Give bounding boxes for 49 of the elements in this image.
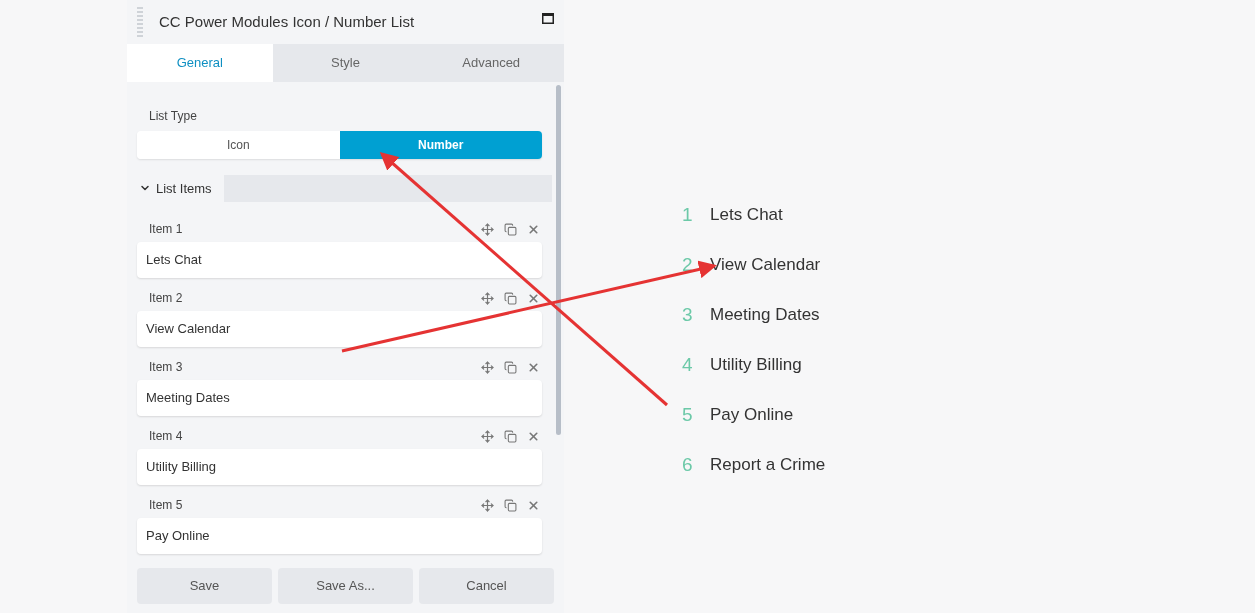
tab[interactable]: General — [127, 44, 273, 82]
item-label: Item 2 — [149, 290, 183, 307]
list-text: Utility Billing — [710, 354, 802, 377]
list-number: 5 — [681, 402, 694, 427]
input-field[interactable]: View Calendar — [137, 311, 542, 347]
copy-icon[interactable] — [504, 360, 517, 374]
segment-option[interactable]: Icon — [137, 131, 340, 159]
list-text: Meeting Dates — [710, 304, 820, 327]
list-number: 4 — [681, 352, 694, 377]
input-field[interactable]: Utility Billing — [137, 449, 542, 485]
window-icon[interactable] — [542, 12, 554, 24]
list-text: View Calendar — [710, 254, 821, 277]
tab[interactable]: Advanced — [418, 44, 564, 82]
section-toggle[interactable]: List Items — [127, 174, 224, 202]
footer-button[interactable]: Save — [137, 568, 272, 604]
close-icon[interactable] — [527, 222, 540, 236]
input-field[interactable]: Meeting Dates — [137, 380, 542, 416]
panel-title: CC Power Modules Icon / Number List — [159, 11, 415, 32]
close-icon[interactable] — [527, 291, 540, 305]
list-number: 6 — [681, 452, 694, 477]
list-text: Pay Online — [710, 404, 794, 427]
list-text: Lets Chat — [710, 204, 783, 227]
footer-button[interactable]: Cancel — [419, 568, 554, 604]
move-icon[interactable] — [481, 291, 494, 305]
close-icon[interactable] — [527, 498, 540, 512]
copy-icon[interactable] — [504, 222, 517, 236]
copy-icon[interactable] — [504, 498, 517, 512]
drag-handle-icon[interactable] — [137, 7, 143, 37]
item-label: Item 3 — [149, 359, 183, 376]
move-icon[interactable] — [481, 498, 494, 512]
item-label: Item 5 — [149, 497, 183, 514]
list-number: 1 — [681, 202, 694, 227]
item-label: Item 1 — [149, 221, 183, 238]
close-icon[interactable] — [527, 429, 540, 443]
move-icon[interactable] — [481, 429, 494, 443]
input-field[interactable]: Pay Online — [137, 518, 542, 554]
move-icon[interactable] — [481, 360, 494, 374]
scrollbar-thumb[interactable] — [555, 85, 561, 435]
field-label: List Type — [149, 108, 198, 125]
tab[interactable]: Style — [272, 44, 419, 82]
list-text: Report a Crime — [710, 454, 826, 477]
move-icon[interactable] — [481, 222, 494, 236]
footer-button[interactable]: Save As... — [278, 568, 413, 604]
input-field[interactable]: Lets Chat — [137, 242, 542, 278]
copy-icon[interactable] — [504, 429, 517, 443]
copy-icon[interactable] — [504, 291, 517, 305]
item-label: Item 4 — [149, 428, 183, 445]
list-number: 3 — [681, 302, 694, 327]
close-icon[interactable] — [527, 360, 540, 374]
